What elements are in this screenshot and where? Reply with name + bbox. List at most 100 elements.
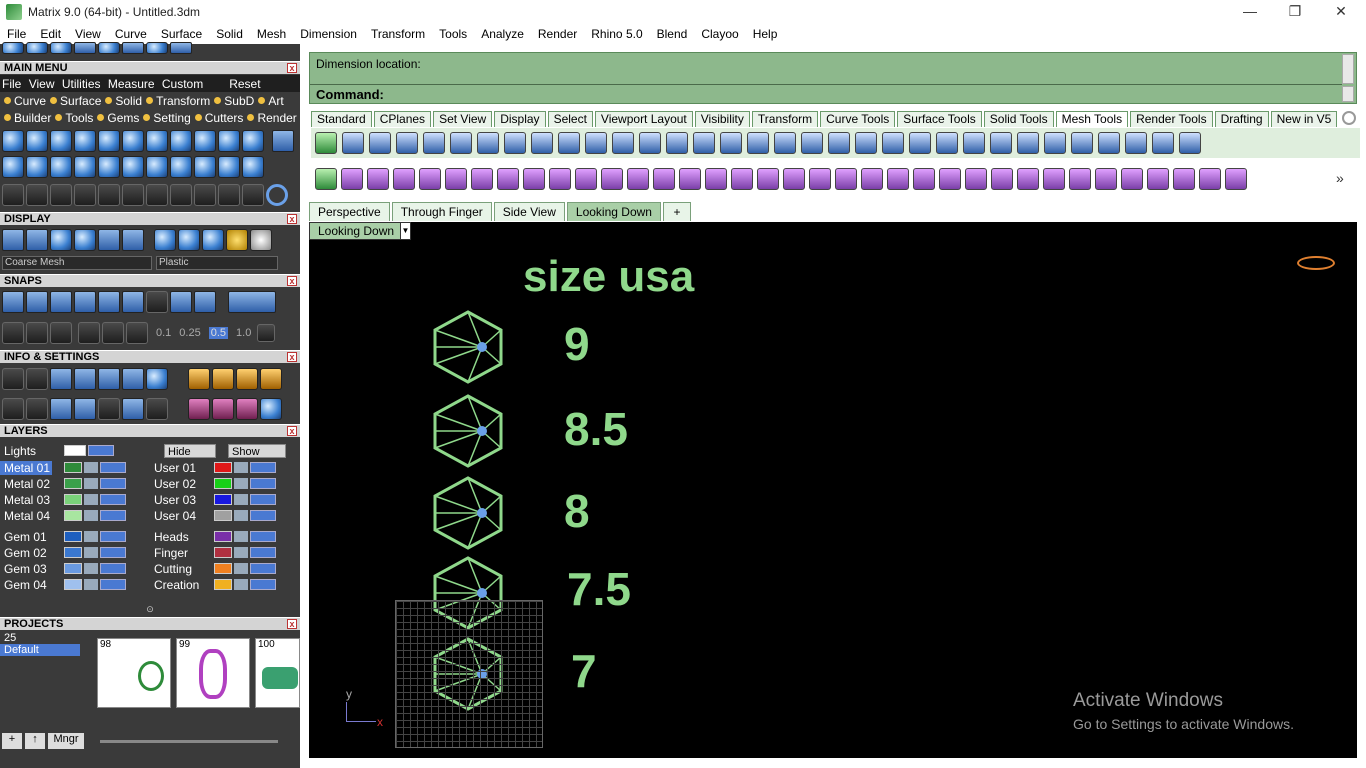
- layer-name[interactable]: User 04: [150, 509, 202, 523]
- layer-row[interactable]: User 03: [150, 492, 276, 507]
- command-scrollbar[interactable]: [1342, 86, 1354, 102]
- menu-edit[interactable]: Edit: [33, 27, 68, 41]
- layer-visibility-toggle[interactable]: [250, 510, 276, 521]
- cat-setting[interactable]: Setting: [153, 111, 190, 125]
- solid-tool-icon[interactable]: [679, 168, 701, 190]
- silver-material-icon[interactable]: [250, 229, 272, 251]
- menu-curve[interactable]: Curve: [108, 27, 154, 41]
- tool-icon[interactable]: [122, 184, 144, 206]
- mesh-tool-icon[interactable]: [369, 132, 391, 154]
- info-icon[interactable]: [50, 398, 72, 420]
- layer-row[interactable]: User 04: [150, 508, 276, 523]
- close-panel-icon[interactable]: x: [287, 63, 297, 73]
- layer-color-swatch[interactable]: [64, 547, 82, 558]
- toolbar-tab[interactable]: Standard: [311, 111, 372, 127]
- window-icon[interactable]: [2, 398, 24, 420]
- lock-icon[interactable]: [234, 579, 248, 590]
- tool-icon[interactable]: [122, 156, 144, 178]
- mesh-tool-icon[interactable]: [1179, 132, 1201, 154]
- mesh-tool-icon[interactable]: [747, 132, 769, 154]
- layer-color-swatch[interactable]: [214, 563, 232, 574]
- diamond-icon[interactable]: [102, 322, 124, 344]
- mesh-tool-icon[interactable]: [342, 132, 364, 154]
- project-thumbnail[interactable]: 98: [97, 638, 171, 708]
- toolbar-icon[interactable]: [98, 42, 120, 54]
- toolbar-tab[interactable]: Solid Tools: [983, 111, 1054, 127]
- layer-visibility-toggle[interactable]: [250, 547, 276, 558]
- layer-color-swatch[interactable]: [214, 478, 232, 489]
- menu-dimension[interactable]: Dimension: [293, 27, 364, 41]
- layer-visibility-toggle[interactable]: [250, 462, 276, 473]
- info-icon[interactable]: [26, 398, 48, 420]
- zoom-icon[interactable]: [26, 368, 48, 390]
- layer-name[interactable]: Metal 03: [0, 493, 52, 507]
- layer-visibility-toggle[interactable]: [100, 462, 126, 473]
- layer-color-swatch[interactable]: [64, 563, 82, 574]
- mesh-tool-icon[interactable]: [882, 132, 904, 154]
- chevron-down-icon[interactable]: ▼: [400, 223, 410, 239]
- tool-icon[interactable]: [98, 184, 120, 206]
- lock-icon[interactable]: [84, 478, 98, 489]
- lock-icon[interactable]: [234, 510, 248, 521]
- tool-icon[interactable]: [242, 156, 264, 178]
- layer-row[interactable]: Gem 01: [0, 529, 126, 544]
- layer-name[interactable]: Metal 02: [0, 477, 52, 491]
- snap-end-icon[interactable]: [2, 291, 24, 313]
- tool-icon[interactable]: [242, 130, 264, 152]
- layer-row[interactable]: Creation: [150, 577, 276, 592]
- cat-art[interactable]: Art: [268, 94, 283, 108]
- layer-name[interactable]: User 01: [150, 461, 202, 475]
- lock-icon[interactable]: [234, 531, 248, 542]
- layer-visibility-toggle[interactable]: [250, 579, 276, 590]
- display-icon[interactable]: [98, 229, 120, 251]
- tool-icon[interactable]: [170, 184, 192, 206]
- snap-tan-icon[interactable]: [194, 291, 216, 313]
- solid-tool-icon[interactable]: [523, 168, 545, 190]
- mesh-tool-icon[interactable]: [315, 132, 337, 154]
- lock-icon[interactable]: [84, 494, 98, 505]
- tool-icon[interactable]: [98, 156, 120, 178]
- solid-tool-icon[interactable]: [419, 168, 441, 190]
- arrow-icon[interactable]: [126, 322, 148, 344]
- toolbar-tab[interactable]: Viewport Layout: [594, 111, 693, 127]
- restore-button[interactable]: ❐: [1272, 0, 1318, 24]
- tool-icon[interactable]: [242, 184, 264, 206]
- project-thumbnail[interactable]: 100: [255, 638, 300, 708]
- lock-icon[interactable]: [84, 462, 98, 473]
- filter-icon[interactable]: [98, 398, 120, 420]
- close-panel-icon[interactable]: x: [287, 619, 297, 629]
- mesh-tool-icon[interactable]: [1125, 132, 1147, 154]
- project-item-selected[interactable]: Default: [0, 644, 80, 656]
- layer-color-swatch[interactable]: [64, 510, 82, 521]
- tool-icon[interactable]: [170, 130, 192, 152]
- cat-render[interactable]: Render: [257, 111, 296, 125]
- tool-icon[interactable]: [98, 130, 120, 152]
- layer-row[interactable]: Metal 04: [0, 508, 126, 523]
- mesh-tool-icon[interactable]: [396, 132, 418, 154]
- solid-tool-icon[interactable]: [913, 168, 935, 190]
- hide-button[interactable]: Hide: [164, 444, 216, 458]
- mesh-tool-icon[interactable]: [423, 132, 445, 154]
- command-input[interactable]: [388, 86, 1338, 102]
- layer-name[interactable]: Gem 03: [0, 562, 52, 576]
- main-menu-measure[interactable]: Measure: [108, 77, 155, 91]
- mesh-tool-icon[interactable]: [666, 132, 688, 154]
- tool-icon[interactable]: [2, 184, 24, 206]
- menu-help[interactable]: Help: [746, 27, 785, 41]
- material-icon[interactable]: [178, 229, 200, 251]
- viewport-tab[interactable]: Perspective: [309, 202, 390, 221]
- thumbnail-size-slider[interactable]: [100, 740, 278, 743]
- viewport-tab[interactable]: Through Finger: [391, 202, 492, 221]
- info-icon[interactable]: [146, 398, 168, 420]
- lock-icon[interactable]: [234, 462, 248, 473]
- snap-perp-icon[interactable]: [170, 291, 192, 313]
- toolbar-tab[interactable]: Drafting: [1214, 111, 1269, 127]
- layer-row[interactable]: Gem 04: [0, 577, 126, 592]
- layer-row[interactable]: Gem 03: [0, 561, 126, 576]
- layer-visibility-toggle[interactable]: [100, 478, 126, 489]
- cat-builder[interactable]: Builder: [14, 111, 51, 125]
- settings-icon[interactable]: [2, 368, 24, 390]
- solid-tool-icon[interactable]: [653, 168, 675, 190]
- main-menu-reset[interactable]: Reset: [229, 77, 260, 91]
- close-button[interactable]: ✕: [1318, 0, 1364, 24]
